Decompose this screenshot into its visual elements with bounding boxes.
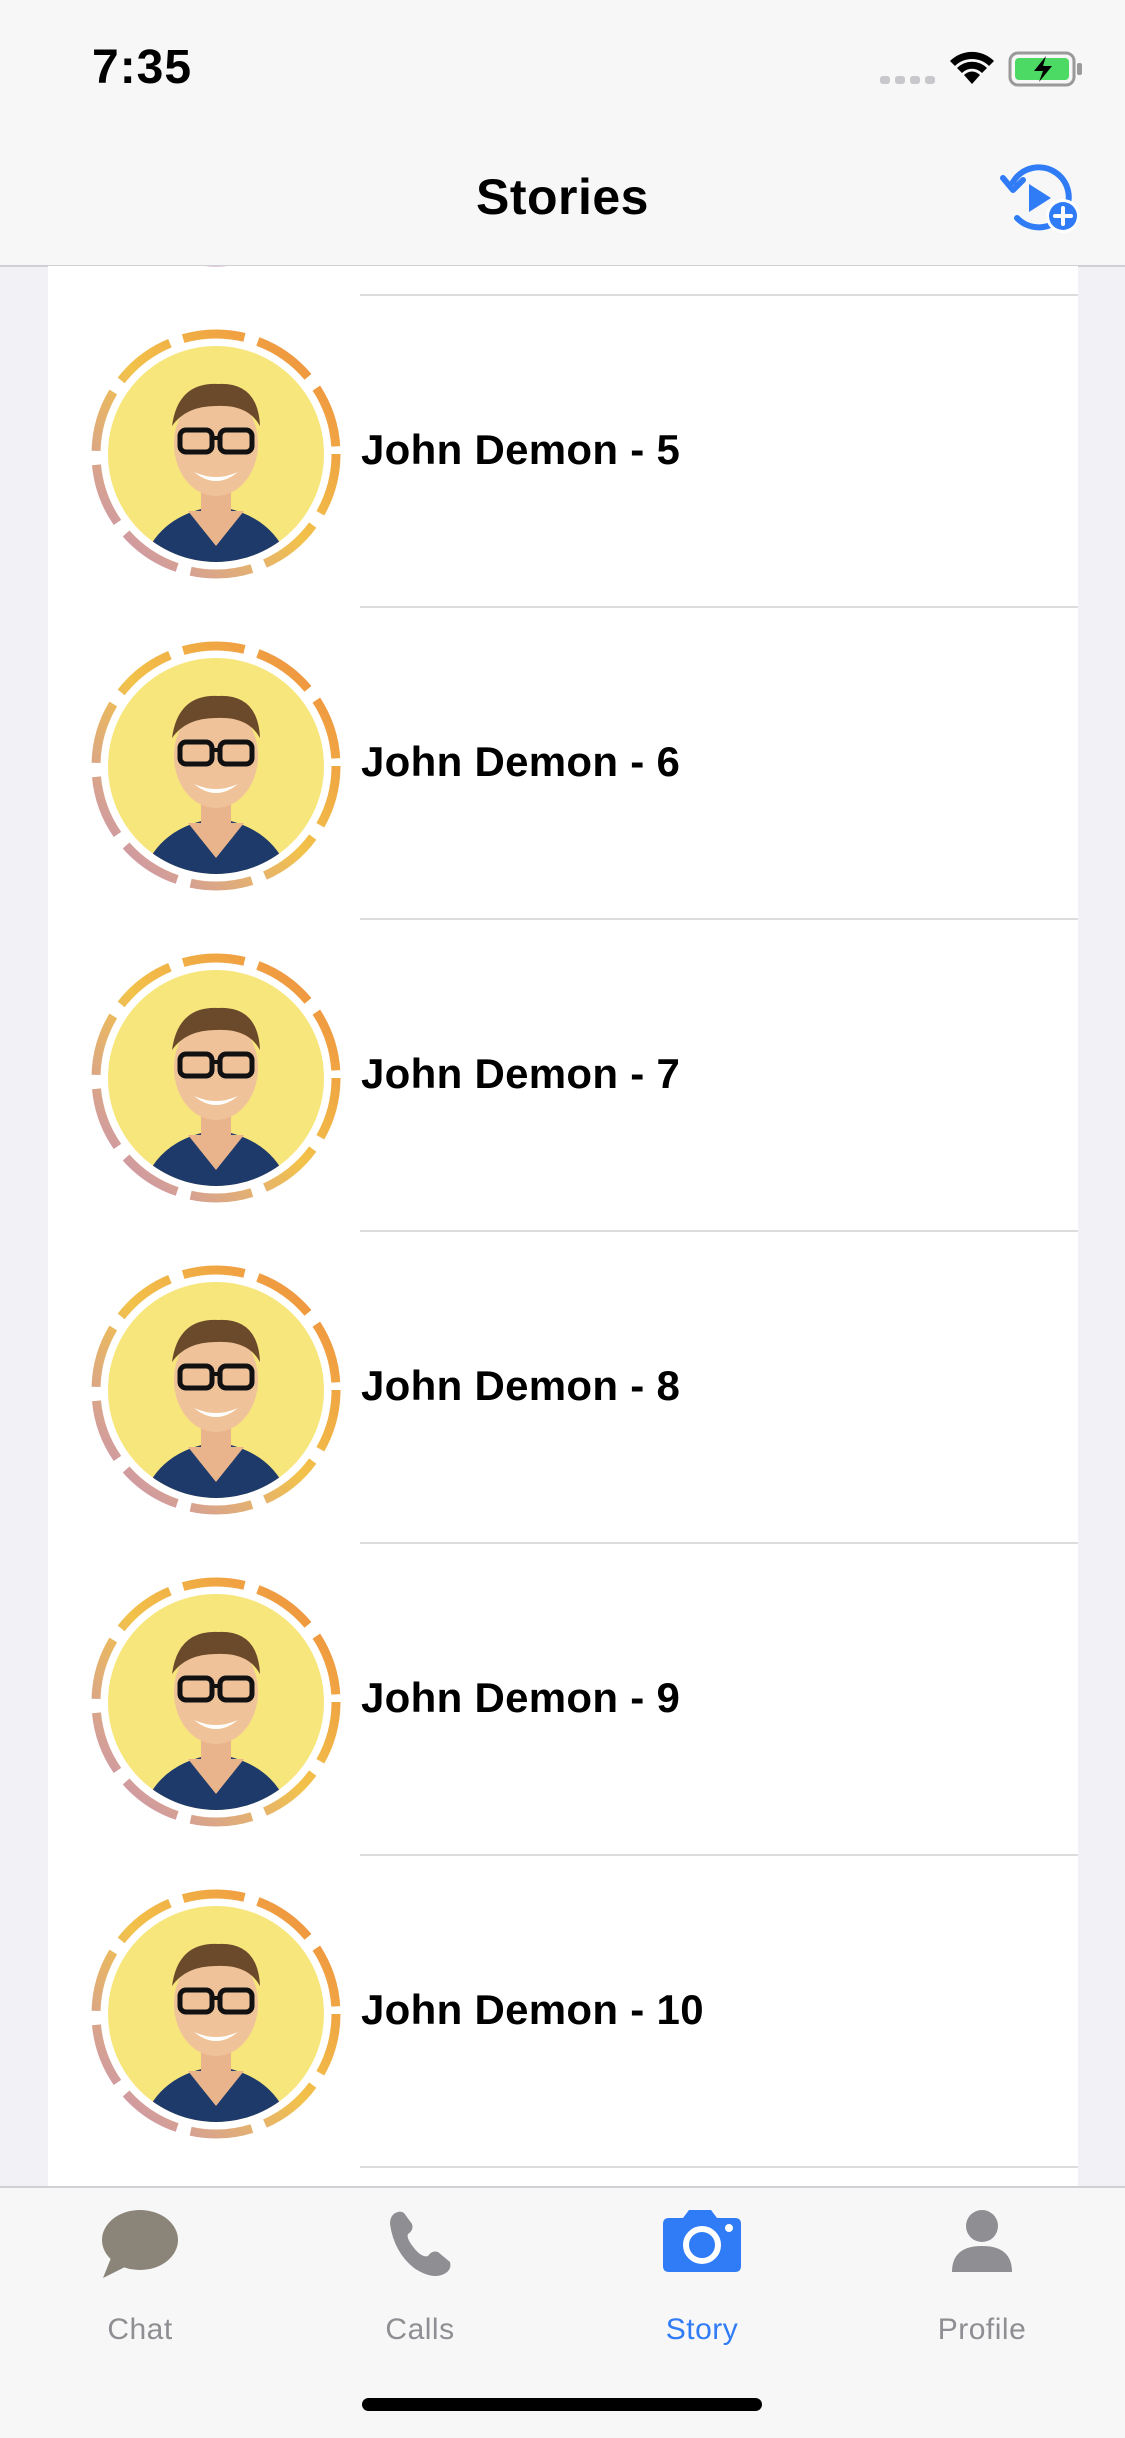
story-avatar xyxy=(91,329,341,579)
chat-bubble-icon xyxy=(102,2210,178,2278)
status-bar: 7:35 xyxy=(0,0,1125,140)
camera-icon xyxy=(663,2210,741,2272)
tab-label: Story xyxy=(665,2313,739,2346)
list-item[interactable]: John Demon - 5 xyxy=(48,296,1078,608)
story-name: John Demon - 5 xyxy=(361,426,681,473)
story-name: John Demon - 10 xyxy=(361,1986,704,2033)
list-item[interactable]: John Demon - 9 xyxy=(48,1544,1078,1856)
tab-profile[interactable]: Profile xyxy=(882,2208,1082,2348)
list-item[interactable]: John Demon - 6 xyxy=(48,608,1078,920)
story-name: John Demon - 7 xyxy=(361,1050,681,1097)
tab-label: Profile xyxy=(937,2313,1027,2346)
page-title: Stories xyxy=(475,169,649,225)
story-avatar xyxy=(91,953,341,1203)
tab-calls[interactable]: Calls xyxy=(320,2208,520,2348)
list-item[interactable]: John Demon - 8 xyxy=(48,1232,1078,1544)
phone-icon xyxy=(390,2211,451,2276)
list-item[interactable]: John Demon - 10 xyxy=(48,1856,1078,2168)
battery-charging-icon xyxy=(1008,51,1082,87)
home-indicator xyxy=(362,2398,762,2411)
tab-chat[interactable]: Chat xyxy=(40,2208,240,2348)
list-item[interactable]: John Demon - 7 xyxy=(48,920,1078,1232)
story-name: John Demon - 9 xyxy=(361,1674,681,1721)
status-time: 7:35 xyxy=(92,41,193,94)
story-avatar xyxy=(91,1577,341,1827)
person-icon xyxy=(952,2210,1012,2272)
story-name: John Demon - 8 xyxy=(361,1362,681,1409)
list-item[interactable] xyxy=(48,266,1078,296)
cellular-signal-icon xyxy=(880,76,935,84)
stories-list[interactable]: John Demon - 5 John Demon - 6 John Demon… xyxy=(48,266,1078,2186)
tab-label: Calls xyxy=(385,2313,455,2346)
row-divider xyxy=(360,2166,1078,2168)
add-story-button[interactable] xyxy=(995,160,1085,240)
story-avatar xyxy=(91,1265,341,1515)
tab-label: Chat xyxy=(107,2313,173,2346)
story-name: John Demon - 6 xyxy=(361,738,681,785)
story-avatar xyxy=(91,641,341,891)
tab-story[interactable]: Story xyxy=(602,2208,802,2348)
wifi-icon xyxy=(950,51,994,84)
story-avatar xyxy=(91,1889,341,2139)
story-avatar xyxy=(205,266,227,267)
